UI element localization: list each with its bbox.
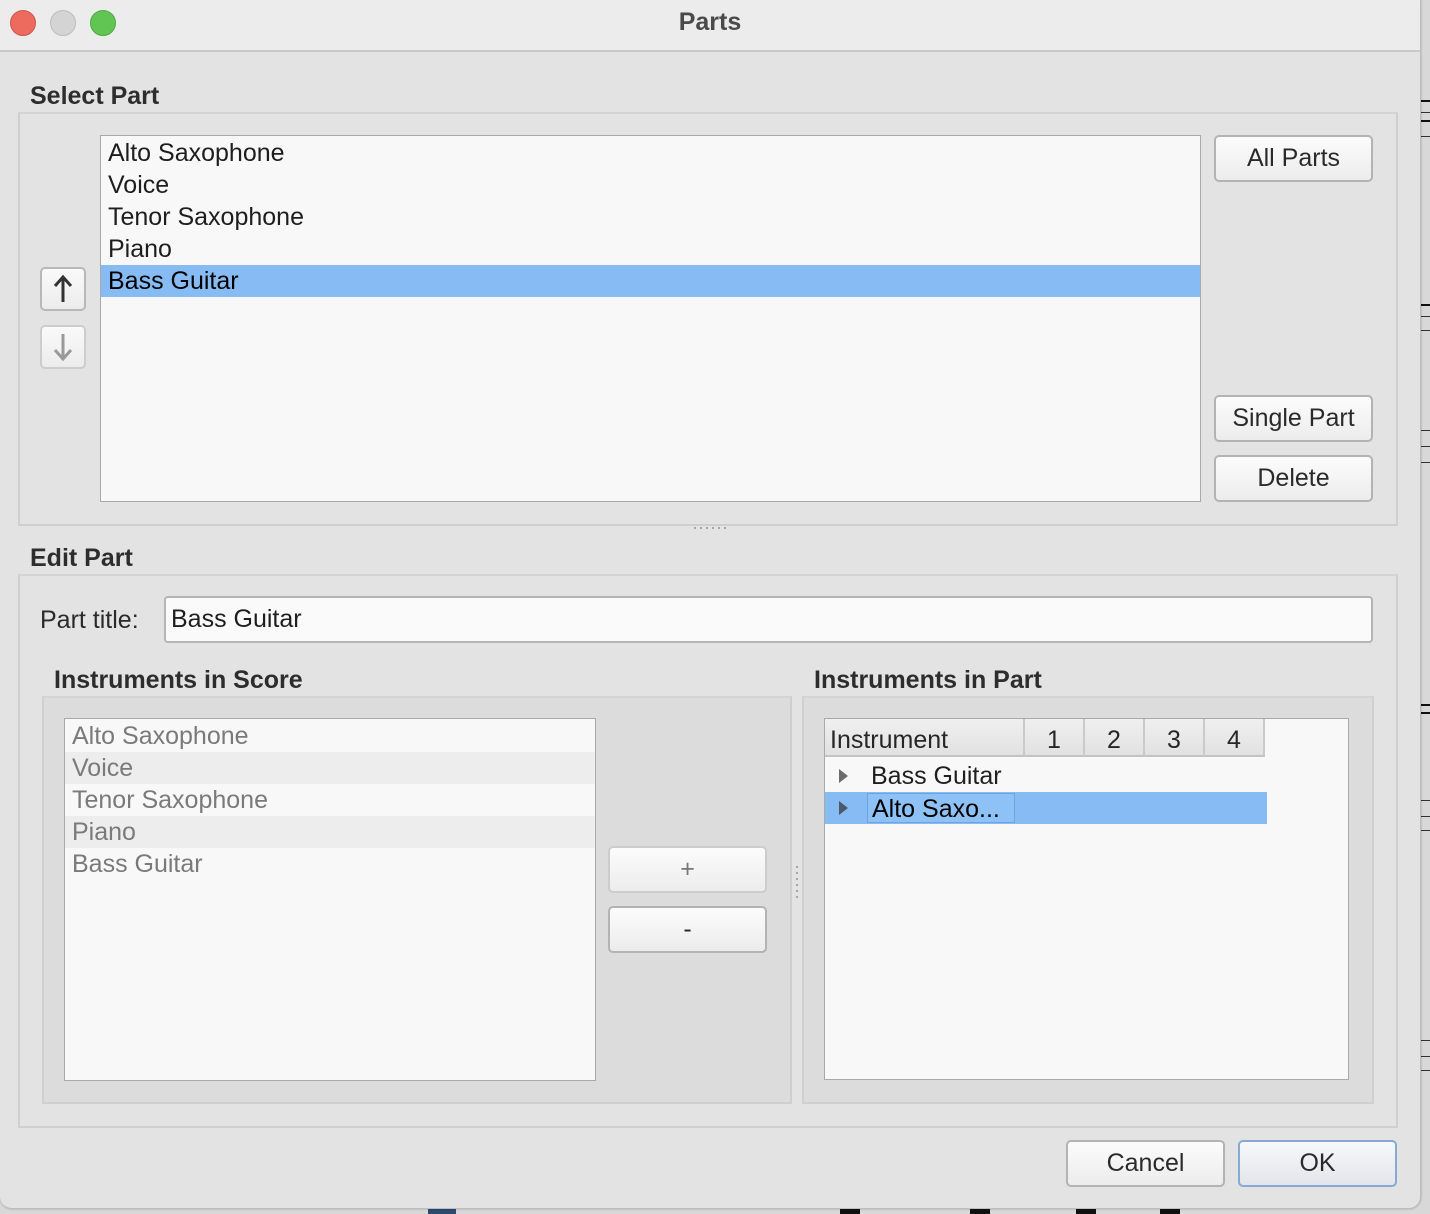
splitter-handle-horizontal[interactable] bbox=[694, 527, 726, 529]
tree-row-label: Bass Guitar bbox=[871, 762, 1002, 790]
all-parts-button[interactable]: All Parts bbox=[1214, 135, 1373, 182]
score-instrument-item[interactable]: Piano bbox=[65, 816, 595, 848]
disclosure-triangle-icon[interactable] bbox=[839, 769, 848, 783]
add-instrument-button[interactable]: + bbox=[608, 846, 767, 893]
disclosure-triangle-icon[interactable] bbox=[839, 801, 848, 815]
score-instrument-item[interactable]: Tenor Saxophone bbox=[65, 784, 595, 816]
column-header-2[interactable]: 2 bbox=[1085, 719, 1145, 757]
arrow-down-icon bbox=[53, 334, 73, 362]
move-up-button[interactable] bbox=[40, 267, 86, 311]
score-instrument-item[interactable]: Alto Saxophone bbox=[65, 720, 595, 752]
ok-button[interactable]: OK bbox=[1238, 1140, 1397, 1187]
splitter-handle-vertical[interactable] bbox=[796, 866, 798, 898]
instruments-in-score-heading: Instruments in Score bbox=[42, 666, 315, 695]
instruments-in-part-heading: Instruments in Part bbox=[802, 666, 1054, 695]
title-bar: Parts bbox=[0, 0, 1420, 52]
score-mark bbox=[840, 1209, 860, 1214]
score-instrument-item[interactable]: Voice bbox=[65, 752, 595, 784]
parts-list-item[interactable]: Alto Saxophone bbox=[101, 137, 1200, 169]
part-title-label: Part title: bbox=[40, 606, 139, 634]
column-header-4[interactable]: 4 bbox=[1205, 719, 1265, 757]
remove-instrument-button[interactable]: - bbox=[608, 906, 767, 953]
move-down-button[interactable] bbox=[40, 325, 86, 369]
window-title: Parts bbox=[678, 8, 742, 36]
single-part-button[interactable]: Single Part bbox=[1214, 395, 1373, 442]
tree-row-selected[interactable]: Alto Saxo... bbox=[825, 792, 1267, 824]
column-header-3[interactable]: 3 bbox=[1145, 719, 1205, 757]
part-title-input[interactable]: Bass Guitar bbox=[164, 596, 1373, 643]
cancel-button[interactable]: Cancel bbox=[1066, 1140, 1225, 1187]
parts-list[interactable]: Alto Saxophone Voice Tenor Saxophone Pia… bbox=[100, 135, 1201, 502]
parts-list-item[interactable]: Voice bbox=[101, 169, 1200, 201]
column-header-1[interactable]: 1 bbox=[1025, 719, 1085, 757]
column-header-instrument[interactable]: Instrument bbox=[825, 719, 1025, 757]
delete-button[interactable]: Delete bbox=[1214, 455, 1373, 502]
score-mark bbox=[1076, 1209, 1096, 1214]
parts-list-item[interactable]: Piano bbox=[101, 233, 1200, 265]
score-mark bbox=[1160, 1209, 1180, 1214]
edit-part-heading: Edit Part bbox=[18, 544, 145, 573]
instruments-in-score-list[interactable]: Alto Saxophone Voice Tenor Saxophone Pia… bbox=[64, 718, 596, 1081]
tree-row-label[interactable]: Alto Saxo... bbox=[867, 793, 1015, 823]
parts-list-item[interactable]: Tenor Saxophone bbox=[101, 201, 1200, 233]
score-mark bbox=[428, 1209, 456, 1214]
parts-list-item-selected[interactable]: Bass Guitar bbox=[101, 265, 1200, 297]
select-part-heading: Select Part bbox=[18, 82, 172, 111]
score-mark bbox=[970, 1209, 990, 1214]
score-instrument-item[interactable]: Bass Guitar bbox=[65, 848, 595, 880]
tree-row[interactable]: Bass Guitar bbox=[825, 760, 1267, 792]
parts-dialog: Parts Select Part Alto Saxophone Voice T… bbox=[0, 0, 1421, 1209]
tree-header: Instrument 1 2 3 4 bbox=[825, 719, 1265, 759]
arrow-up-icon bbox=[53, 274, 73, 302]
instruments-in-part-tree[interactable]: Instrument 1 2 3 4 Bass Guitar Alto Saxo… bbox=[824, 718, 1349, 1080]
